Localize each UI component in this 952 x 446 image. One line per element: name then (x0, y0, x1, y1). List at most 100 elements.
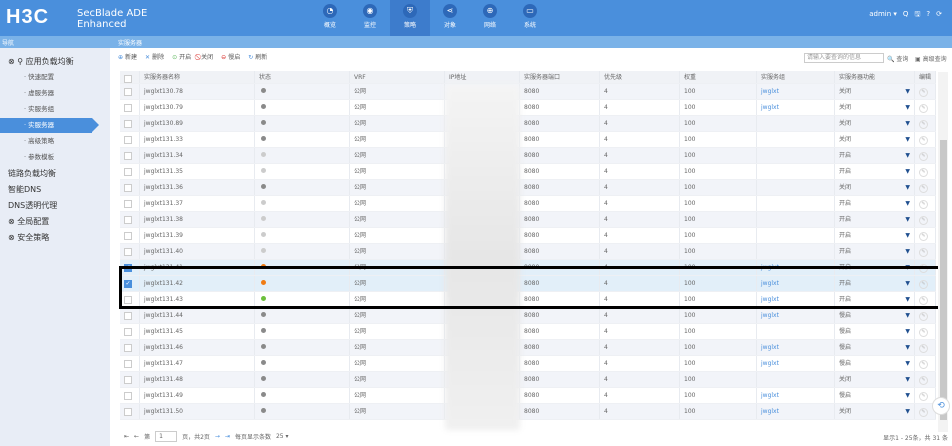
sidebar-item[interactable]: ⊗ 安全策略 (0, 230, 110, 245)
row-checkbox[interactable] (124, 184, 132, 192)
user-menu[interactable]: admin ▾ (869, 10, 897, 21)
chevron-down-icon[interactable]: ▼ (905, 164, 910, 179)
table-row[interactable]: jwglxt131.37 公网 8080 4 100 开启 ▼ ✎ (120, 196, 936, 212)
sidebar-item[interactable]: · 快速配置 (0, 70, 110, 85)
sidebar-item[interactable]: 智能DNS (0, 182, 110, 197)
sidebar-item[interactable]: DNS透明代理 (0, 198, 110, 213)
toolbar-button-4[interactable]: ⊖ 慢启 (221, 52, 240, 62)
edit-icon[interactable]: ✎ (919, 312, 928, 321)
function-select[interactable]: 开启 (839, 232, 851, 239)
sidebar-item[interactable]: · 实服务组 (0, 102, 110, 117)
table-row[interactable]: jwglxt131.39 公网 8080 4 100 开启 ▼ ✎ (120, 228, 936, 244)
first-page-button[interactable]: ⇤ (124, 433, 129, 440)
chevron-down-icon[interactable]: ▼ (905, 84, 910, 99)
edit-icon[interactable]: ✎ (919, 200, 928, 209)
column-header[interactable]: 优先级 (600, 71, 680, 83)
edit-icon[interactable]: ✎ (919, 392, 928, 401)
function-select[interactable]: 开启 (839, 200, 851, 207)
chevron-down-icon[interactable]: ▼ (905, 244, 910, 259)
chevron-down-icon[interactable]: ▼ (905, 308, 910, 323)
function-select[interactable]: 关闭 (839, 376, 851, 383)
column-header[interactable]: 编辑 (915, 71, 936, 83)
toolbar-button-5[interactable]: ↻ 刷新 (248, 52, 267, 62)
scrollbar-thumb[interactable] (940, 140, 947, 420)
table-row[interactable]: jwglxt131.44 公网 8080 4 100 jwglxt 慢启 ▼ ✎ (120, 308, 936, 324)
function-select[interactable]: 慢启 (839, 312, 851, 319)
chevron-down-icon[interactable]: ▼ (905, 116, 910, 131)
sidebar-item[interactable]: ⊗ ⚲ 应用负载均衡 (0, 54, 110, 69)
chevron-down-icon[interactable]: ▼ (905, 212, 910, 227)
column-header[interactable]: VRF (350, 71, 445, 83)
column-header[interactable]: 权重 (680, 71, 757, 83)
edit-icon[interactable]: ✎ (919, 232, 928, 241)
toolbar-button-2[interactable]: ⊙ 开启 (172, 52, 191, 62)
row-checkbox[interactable] (124, 360, 132, 368)
row-checkbox[interactable] (124, 120, 132, 128)
column-header[interactable]: 实服务器功能 (835, 71, 915, 83)
function-select[interactable]: 慢启 (839, 360, 851, 367)
tab-3[interactable]: ⋖ 对象 (430, 0, 470, 36)
edit-icon[interactable]: ✎ (919, 248, 928, 257)
server-group-link[interactable]: jwglxt (761, 360, 779, 367)
table-row[interactable]: jwglxt131.34 公网 8080 4 100 开启 ▼ ✎ (120, 148, 936, 164)
advanced-query-button[interactable]: ▣ 高级查询 (915, 54, 947, 63)
function-select[interactable]: 关闭 (839, 88, 851, 95)
edit-icon[interactable]: ✎ (919, 152, 928, 161)
edit-icon[interactable]: ✎ (919, 360, 928, 369)
table-row[interactable]: jwglxt131.46 公网 8080 4 100 jwglxt 慢启 ▼ ✎ (120, 340, 936, 356)
row-checkbox[interactable] (124, 200, 132, 208)
sidebar-item[interactable]: 链路负载均衡 (0, 166, 110, 181)
function-select[interactable]: 慢启 (839, 392, 851, 399)
function-select[interactable]: 慢启 (839, 328, 851, 335)
server-group-link[interactable]: jwglxt (761, 344, 779, 351)
per-page-select[interactable]: 25 ▾ (276, 433, 289, 440)
toolbar-button-0[interactable]: ⊕ 新建 (118, 52, 137, 62)
row-checkbox[interactable] (124, 408, 132, 416)
chevron-down-icon[interactable]: ▼ (905, 324, 910, 339)
server-group-link[interactable]: jwglxt (761, 408, 779, 415)
function-select[interactable]: 关闭 (839, 184, 851, 191)
column-header[interactable]: 状态 (255, 71, 350, 83)
search-icon[interactable]: Q (903, 10, 909, 21)
chevron-down-icon[interactable]: ▼ (905, 100, 910, 115)
chevron-down-icon[interactable]: ▼ (905, 148, 910, 163)
sidebar-item[interactable]: · 高级策略 (0, 134, 110, 149)
function-select[interactable]: 开启 (839, 248, 851, 255)
tab-1[interactable]: ◉ 监控 (350, 0, 390, 36)
column-header[interactable]: IP地址 (445, 71, 520, 83)
table-row[interactable]: jwglxt131.49 公网 8080 4 100 jwglxt 慢启 ▼ ✎ (120, 388, 936, 404)
table-row[interactable]: jwglxt131.35 公网 8080 4 100 开启 ▼ ✎ (120, 164, 936, 180)
edit-icon[interactable]: ✎ (919, 136, 928, 145)
table-row[interactable]: jwglxt131.47 公网 8080 4 100 jwglxt 慢启 ▼ ✎ (120, 356, 936, 372)
row-checkbox[interactable] (124, 248, 132, 256)
tab-0[interactable]: ◔ 概览 (310, 0, 350, 36)
chevron-down-icon[interactable]: ▼ (905, 132, 910, 147)
logout-icon[interactable]: ⟳ (936, 10, 942, 21)
float-assist-icon[interactable]: ⟲ (932, 397, 950, 415)
row-checkbox[interactable] (124, 216, 132, 224)
save-icon[interactable]: 🖫 (914, 10, 920, 21)
tab-2[interactable]: ⛨ 策略 (390, 0, 430, 36)
help-icon[interactable]: ? (926, 10, 930, 21)
toolbar-button-1[interactable]: ✕ 删除 (145, 52, 164, 62)
chevron-down-icon[interactable]: ▼ (905, 196, 910, 211)
search-input[interactable]: 请输入要查询的信息 (804, 53, 884, 63)
function-select[interactable]: 关闭 (839, 104, 851, 111)
chevron-down-icon[interactable]: ▼ (905, 340, 910, 355)
next-page-button[interactable]: → (215, 433, 220, 440)
server-group-link[interactable]: jwglxt (761, 312, 779, 319)
table-row[interactable]: jwglxt131.40 公网 8080 4 100 开启 ▼ ✎ (120, 244, 936, 260)
function-select[interactable]: 关闭 (839, 408, 851, 415)
table-row[interactable]: jwglxt131.36 公网 8080 4 100 关闭 ▼ ✎ (120, 180, 936, 196)
function-select[interactable]: 关闭 (839, 136, 851, 143)
chevron-down-icon[interactable]: ▼ (905, 228, 910, 243)
sidebar-item[interactable]: · 虚服务器 (0, 86, 110, 101)
row-checkbox[interactable] (124, 232, 132, 240)
table-row[interactable]: jwglxt131.45 公网 8080 4 100 慢启 ▼ ✎ (120, 324, 936, 340)
edit-icon[interactable]: ✎ (919, 104, 928, 113)
server-group-link[interactable]: jwglxt (761, 88, 779, 95)
edit-icon[interactable]: ✎ (919, 376, 928, 385)
sidebar-item[interactable]: · 参数模板 (0, 150, 110, 165)
row-checkbox[interactable] (124, 104, 132, 112)
column-header[interactable]: 实服务器名称 (140, 71, 255, 83)
